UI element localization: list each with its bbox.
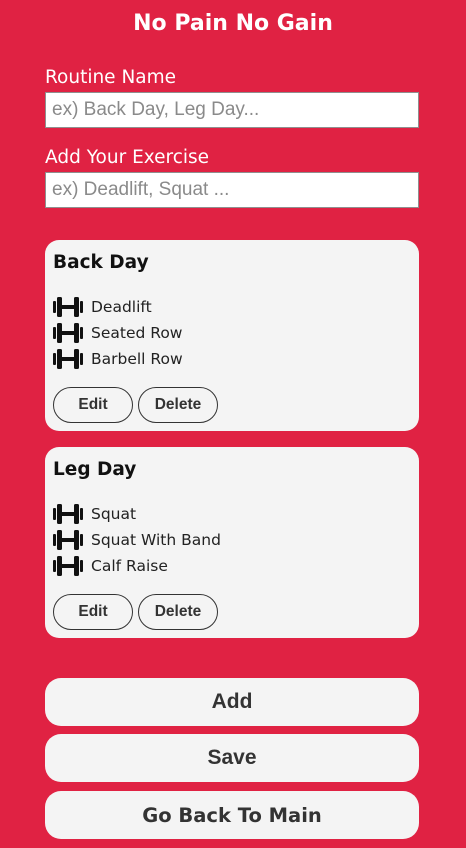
exercise-item: Barbell Row [53,346,183,372]
exercise-item: Deadlift [53,294,183,320]
dumbbell-icon [53,504,83,524]
dumbbell-icon [53,323,83,343]
exercise-name: Calf Raise [91,557,168,575]
save-button[interactable]: Save [45,734,419,782]
dumbbell-icon [53,556,83,576]
routine-title: Back Day [53,252,149,273]
app-title: No Pain No Gain [133,11,333,36]
routine-title: Leg Day [53,459,137,480]
delete-button[interactable]: Delete [138,387,218,423]
routine-card-back-day: Back Day Deadlift Seated Row Barbell Row… [45,240,419,431]
edit-button[interactable]: Edit [53,594,133,630]
add-button[interactable]: Add [45,678,419,726]
go-back-to-main-button[interactable]: Go Back To Main [45,791,419,839]
exercise-list: Deadlift Seated Row Barbell Row [53,294,183,372]
delete-button[interactable]: Delete [138,594,218,630]
exercise-name: Squat With Band [91,531,221,549]
exercise-name: Deadlift [91,298,152,316]
dumbbell-icon [53,297,83,317]
exercise-item: Squat With Band [53,527,221,553]
routine-name-label: Routine Name [45,67,177,88]
exercise-item: Seated Row [53,320,183,346]
exercise-name: Barbell Row [91,350,183,368]
exercise-label: Add Your Exercise [45,147,210,168]
routine-card-leg-day: Leg Day Squat Squat With Band Calf Raise… [45,447,419,638]
exercise-item: Squat [53,501,221,527]
exercise-name: Seated Row [91,324,183,342]
edit-button[interactable]: Edit [53,387,133,423]
exercise-list: Squat Squat With Band Calf Raise [53,501,221,579]
exercise-input[interactable] [45,172,419,208]
routine-name-input[interactable] [45,92,419,128]
dumbbell-icon [53,349,83,369]
exercise-item: Calf Raise [53,553,221,579]
dumbbell-icon [53,530,83,550]
exercise-name: Squat [91,505,137,523]
